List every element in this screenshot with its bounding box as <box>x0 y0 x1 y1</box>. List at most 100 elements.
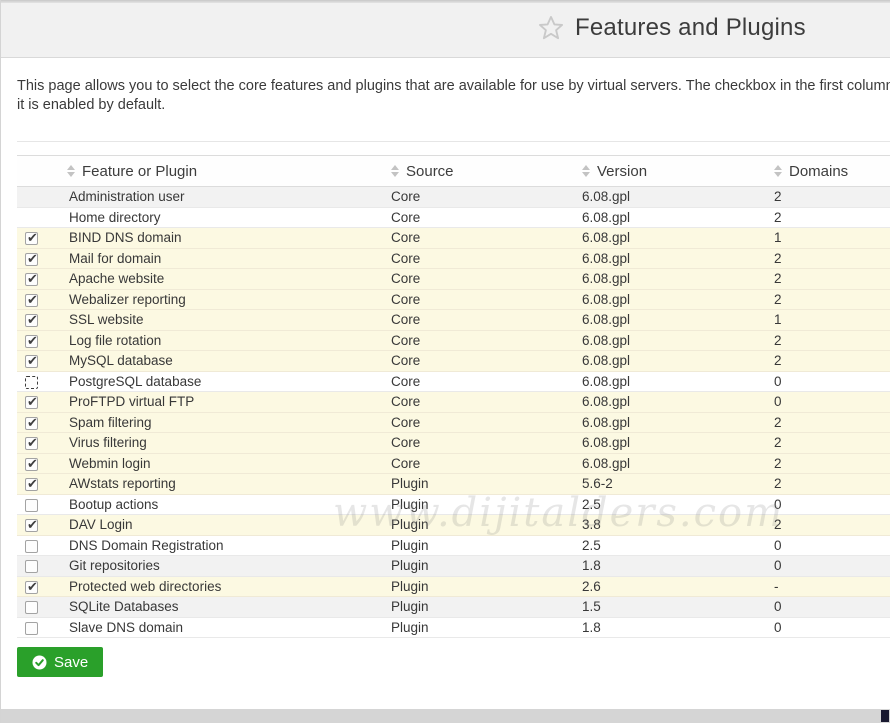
header-cell-domains[interactable]: Domains <box>774 156 890 187</box>
sort-icon[interactable] <box>774 165 782 177</box>
feature-checkbox[interactable] <box>25 376 38 389</box>
checkbox-cell <box>17 494 67 515</box>
feature-checkbox[interactable] <box>25 622 38 635</box>
feature-checkbox[interactable] <box>25 458 38 471</box>
column-label-version: Version <box>597 163 647 180</box>
version-cell: 6.08.gpl <box>582 248 774 269</box>
version-cell: 6.08.gpl <box>582 289 774 310</box>
feature-name-cell: Slave DNS domain <box>67 617 391 638</box>
column-label-feature: Feature or Plugin <box>82 163 197 180</box>
scrollbar-corner <box>881 710 889 722</box>
page-description-line1: This page allows you to select the core … <box>17 77 890 96</box>
table-row: PostgreSQL database Core 6.08.gpl 0 <box>17 371 890 392</box>
domains-cell: 2 <box>774 515 890 536</box>
header-cell-version[interactable]: Version <box>582 156 774 187</box>
save-button[interactable]: Save <box>17 647 103 677</box>
source-cell: Core <box>391 351 582 372</box>
horizontal-scrollbar-track[interactable] <box>1 709 890 723</box>
checkbox-cell <box>17 597 67 618</box>
version-cell: 6.08.gpl <box>582 371 774 392</box>
domains-cell: 2 <box>774 412 890 433</box>
domains-cell: 0 <box>774 597 890 618</box>
table-row: Apache website Core 6.08.gpl 2 <box>17 269 890 290</box>
checkbox-cell <box>17 207 67 228</box>
table-row: Slave DNS domain Plugin 1.8 0 <box>17 617 890 638</box>
domains-cell: 2 <box>774 289 890 310</box>
sort-icon[interactable] <box>582 165 590 177</box>
source-cell: Plugin <box>391 576 582 597</box>
checkbox-cell <box>17 351 67 372</box>
version-cell: 6.08.gpl <box>582 228 774 249</box>
domains-cell: 2 <box>774 187 890 208</box>
version-cell: 6.08.gpl <box>582 187 774 208</box>
star-icon <box>537 14 565 42</box>
source-cell: Plugin <box>391 515 582 536</box>
header-cell-source[interactable]: Source <box>391 156 582 187</box>
feature-checkbox[interactable] <box>25 232 38 245</box>
table-row: Webmin login Core 6.08.gpl 2 <box>17 453 890 474</box>
domains-cell: 2 <box>774 351 890 372</box>
feature-name-cell: Mail for domain <box>67 248 391 269</box>
check-circle-icon <box>32 655 47 670</box>
domains-cell: 2 <box>774 248 890 269</box>
feature-name-cell: MySQL database <box>67 351 391 372</box>
domains-cell: 0 <box>774 617 890 638</box>
feature-name-cell: Git repositories <box>67 556 391 577</box>
feature-name-cell: AWstats reporting <box>67 474 391 495</box>
table-header-row: Feature or Plugin Source Version Domains <box>17 156 890 187</box>
table-row: Bootup actions Plugin 2.5 0 <box>17 494 890 515</box>
feature-name-cell: DNS Domain Registration <box>67 535 391 556</box>
feature-name-cell: Home directory <box>67 207 391 228</box>
feature-checkbox[interactable] <box>25 478 38 491</box>
feature-checkbox[interactable] <box>25 560 38 573</box>
table-row: Administration user Core 6.08.gpl 2 <box>17 187 890 208</box>
header-cell-feature[interactable]: Feature or Plugin <box>67 156 391 187</box>
source-cell: Core <box>391 248 582 269</box>
table-row: DNS Domain Registration Plugin 2.5 0 <box>17 535 890 556</box>
source-cell: Core <box>391 269 582 290</box>
checkbox-cell <box>17 330 67 351</box>
feature-checkbox[interactable] <box>25 355 38 368</box>
source-cell: Plugin <box>391 556 582 577</box>
table-row: Mail for domain Core 6.08.gpl 2 <box>17 248 890 269</box>
table-row: Spam filtering Core 6.08.gpl 2 <box>17 412 890 433</box>
source-cell: Plugin <box>391 474 582 495</box>
feature-checkbox[interactable] <box>25 335 38 348</box>
feature-checkbox[interactable] <box>25 540 38 553</box>
feature-name-cell: PostgreSQL database <box>67 371 391 392</box>
table-row: MySQL database Core 6.08.gpl 2 <box>17 351 890 372</box>
feature-checkbox[interactable] <box>25 519 38 532</box>
domains-cell: 2 <box>774 269 890 290</box>
domains-cell: 2 <box>774 474 890 495</box>
sort-icon[interactable] <box>67 165 75 177</box>
feature-checkbox[interactable] <box>25 581 38 594</box>
version-cell: 2.5 <box>582 535 774 556</box>
domains-cell: 1 <box>774 310 890 331</box>
feature-checkbox[interactable] <box>25 417 38 430</box>
version-cell: 1.5 <box>582 597 774 618</box>
feature-checkbox[interactable] <box>25 601 38 614</box>
page-title: Features and Plugins <box>575 14 806 42</box>
feature-checkbox[interactable] <box>25 294 38 307</box>
checkbox-cell <box>17 433 67 454</box>
checkbox-cell <box>17 187 67 208</box>
feature-checkbox[interactable] <box>25 253 38 266</box>
source-cell: Core <box>391 289 582 310</box>
source-cell: Core <box>391 228 582 249</box>
source-cell: Plugin <box>391 597 582 618</box>
feature-checkbox[interactable] <box>25 396 38 409</box>
table-row: Git repositories Plugin 1.8 0 <box>17 556 890 577</box>
table-row: ProFTPD virtual FTP Core 6.08.gpl 0 <box>17 392 890 413</box>
feature-checkbox[interactable] <box>25 499 38 512</box>
sort-icon[interactable] <box>391 165 399 177</box>
feature-checkbox[interactable] <box>25 273 38 286</box>
checkbox-cell <box>17 576 67 597</box>
domains-cell: 0 <box>774 556 890 577</box>
version-cell: 6.08.gpl <box>582 392 774 413</box>
feature-name-cell: Apache website <box>67 269 391 290</box>
feature-checkbox[interactable] <box>25 314 38 327</box>
feature-name-cell: SQLite Databases <box>67 597 391 618</box>
table-row: Webalizer reporting Core 6.08.gpl 2 <box>17 289 890 310</box>
feature-name-cell: Log file rotation <box>67 330 391 351</box>
feature-checkbox[interactable] <box>25 437 38 450</box>
